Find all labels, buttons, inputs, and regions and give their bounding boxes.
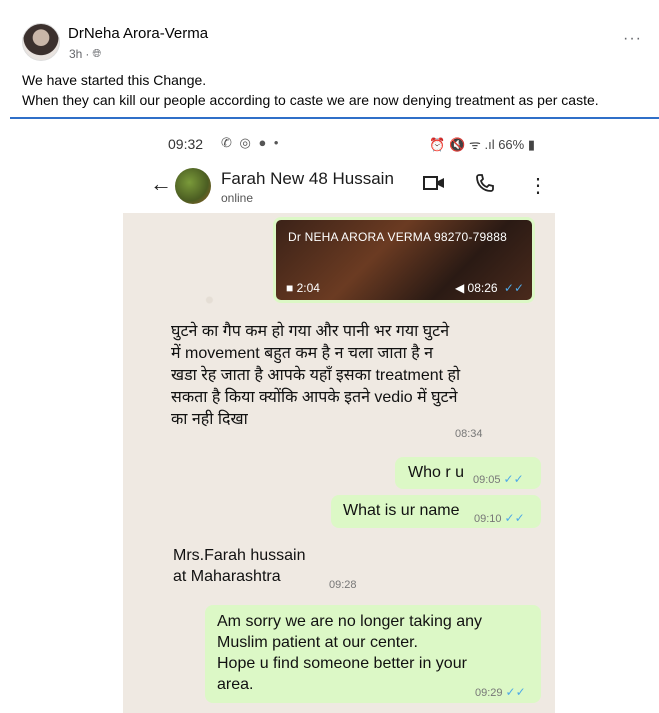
globe-icon: 🌐︎ — [92, 47, 102, 60]
post-text-line: When they can kill our people according … — [22, 92, 599, 108]
author-avatar[interactable] — [22, 23, 60, 61]
whatsapp-screenshot: 09:32 ✆ ◎ ● • ⏰ 🔇 ᯤ .ıl 66% ▮ ← Farah Ne… — [123, 123, 555, 713]
video-timestamp: ◀ 08:26 ✓✓ — [455, 281, 524, 295]
video-call-icon[interactable] — [423, 173, 445, 199]
message-time: 09:10 ✓✓ — [474, 511, 525, 525]
read-receipt-icon: ✓✓ — [503, 472, 524, 486]
post-time[interactable]: 3h — [69, 47, 82, 61]
audio-icon: ◀ — [454, 281, 465, 295]
more-dots-icon[interactable]: ··· — [623, 30, 642, 48]
author-name[interactable]: DrNeha Arora-Verma — [68, 25, 208, 42]
battery-status: ⏰ 🔇 ᯤ .ıl 66% ▮ — [429, 135, 535, 153]
message-line: में movement बहुत कम है न चला जाता है न — [171, 345, 434, 362]
message-line: Hope u find someone better in your — [217, 655, 467, 672]
message-line: Muslim patient at our center. — [217, 634, 418, 651]
video-time-text: 08:26 — [467, 281, 498, 295]
message-line: Am sorry we are no longer taking any — [217, 613, 483, 630]
outgoing-message: What is ur name 09:10 ✓✓ — [331, 495, 541, 528]
battery-icon: ▮ — [524, 137, 535, 152]
message-time: 08:34 — [455, 428, 483, 440]
message-line: का नही दिखा — [171, 411, 248, 428]
message-line: Mrs.Farah hussain — [173, 547, 306, 564]
notification-icons: ✆ ◎ ● • — [221, 135, 281, 150]
outgoing-message: Am sorry we are no longer taking any Mus… — [205, 605, 541, 703]
video-camera-icon: ■ — [286, 281, 294, 295]
video-duration: ■ 2:04 — [286, 281, 320, 295]
message-line: सकता है किया क्योंकि आपके इतने vedio में… — [171, 389, 458, 406]
message-time: 09:29 ✓✓ — [475, 685, 526, 699]
battery-level: 66% — [498, 137, 525, 152]
phone-call-icon[interactable] — [475, 173, 495, 199]
video-caption: Dr NEHA ARORA VERMA 98270-79888 — [288, 230, 507, 244]
status-bar: 09:32 ✆ ◎ ● • ⏰ 🔇 ᯤ .ıl 66% ▮ — [123, 123, 555, 163]
message-time: 09:05 ✓✓ — [473, 472, 524, 486]
read-receipt-icon: ✓✓ — [503, 281, 524, 295]
video-message[interactable]: Dr NEHA ARORA VERMA 98270-79888 ■ 2:04 ◀… — [273, 217, 535, 303]
more-options-icon[interactable]: ⋮ — [528, 173, 548, 198]
post-text: We have started this Change. When they c… — [22, 70, 599, 110]
post-header: DrNeha Arora-Verma 3h · 🌐︎ ··· — [22, 20, 642, 64]
read-receipt-icon: ✓✓ — [505, 685, 526, 699]
read-receipt-icon: ✓✓ — [504, 511, 525, 525]
signal-icons: ⏰ 🔇 ᯤ .ıl — [429, 137, 499, 152]
message-text: Who r u — [408, 464, 465, 481]
message-line: घुटने का गैप कम हो गया और पानी भर गया घु… — [171, 323, 450, 340]
back-arrow-icon[interactable]: ← — [150, 171, 172, 197]
video-duration-text: 2:04 — [296, 281, 320, 295]
contact-avatar[interactable] — [175, 168, 211, 204]
message-line: खडा रेह जाता है आपके यहाँ इसका treatment… — [171, 367, 461, 384]
contact-status: online — [221, 191, 254, 205]
outgoing-message: Who r u 09:05 ✓✓ — [395, 457, 541, 489]
message-text: What is ur name — [343, 502, 460, 519]
status-time: 09:32 — [168, 136, 204, 152]
divider — [10, 117, 659, 119]
post-text-line: We have started this Change. — [22, 72, 207, 88]
message-text: Am sorry we are no longer taking any Mus… — [217, 611, 517, 695]
contact-name[interactable]: Farah New 48 Hussain — [221, 169, 394, 189]
incoming-message: घुटने का गैप कम हो गया और पानी भर गया घु… — [171, 321, 501, 431]
post-meta: 3h · 🌐︎ — [69, 47, 102, 61]
chat-header: ← Farah New 48 Hussain online ⋮ — [123, 163, 555, 213]
message-line: area. — [217, 676, 254, 693]
message-time: 09:28 — [329, 579, 357, 591]
